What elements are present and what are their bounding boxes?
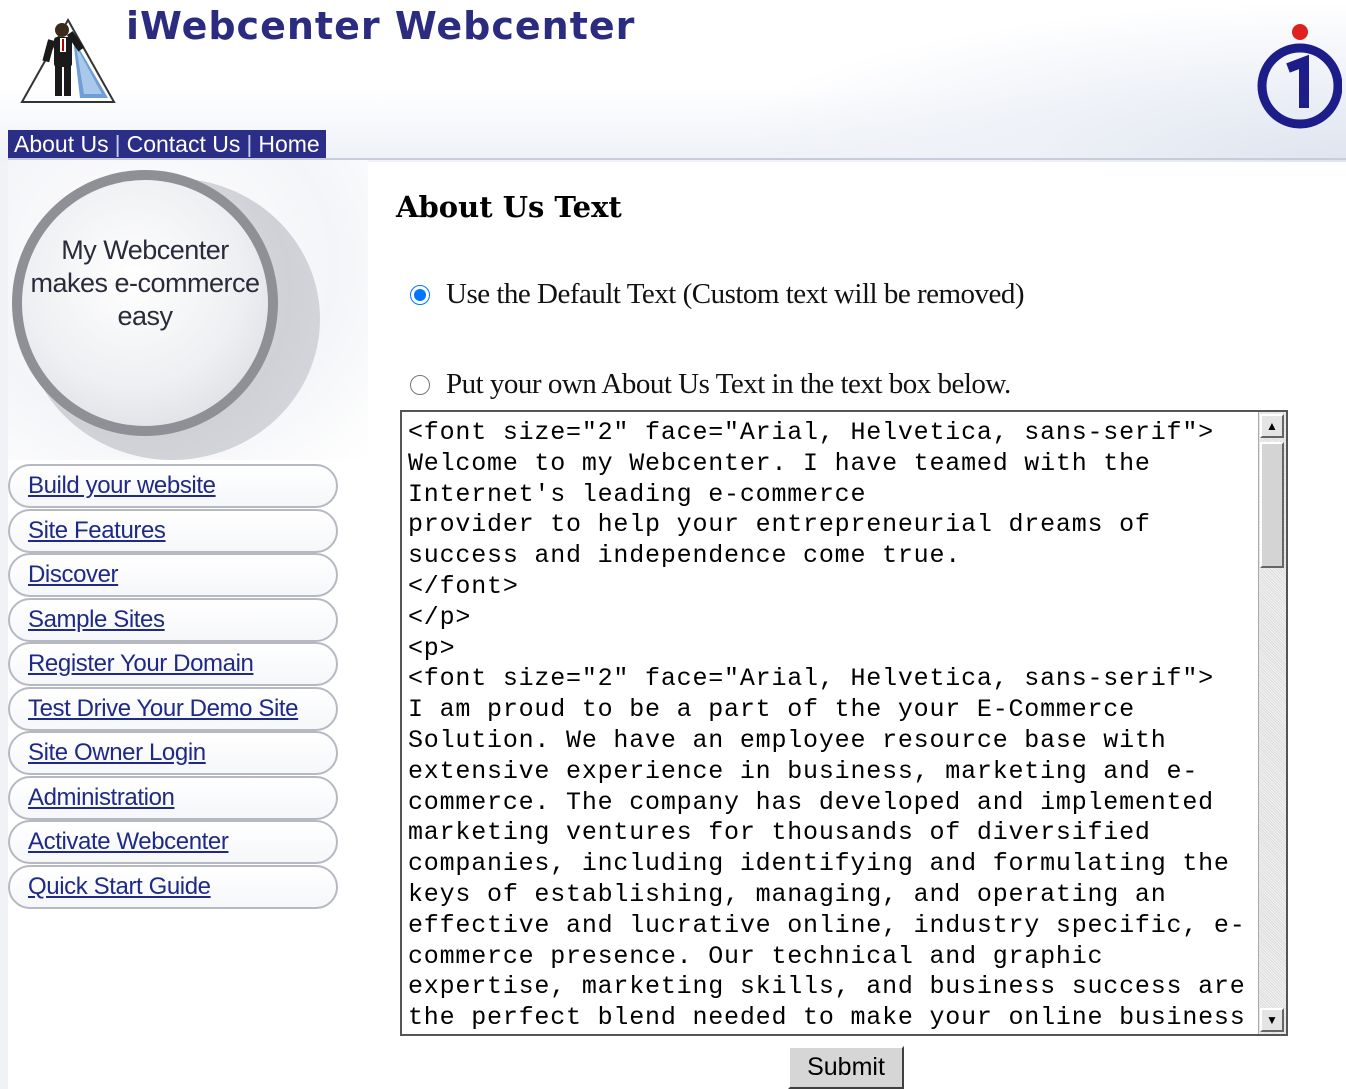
radio-default-text[interactable] (410, 284, 430, 305)
option-custom-text: Put your own About Us Text in the text b… (410, 368, 1011, 401)
webcenter-badge: My Webcenter makes e-commerce easy (22, 180, 268, 426)
menu-item-quick-start-guide[interactable]: Quick Start Guide (8, 864, 338, 909)
menu-item-discover[interactable]: Discover (8, 553, 338, 597)
option-default-text: Use the Default Text (Custom text will b… (410, 278, 1025, 311)
option-default-label: Use the Default Text (Custom text will b… (446, 278, 1025, 310)
info-i-circle-icon (1257, 24, 1342, 129)
nav-separator: | (246, 130, 253, 157)
businessman-triangle-logo-icon (20, 17, 116, 103)
submit-button[interactable]: Submit (788, 1046, 904, 1089)
about-us-textarea[interactable] (406, 416, 1258, 1030)
menu-item-sample-sites[interactable]: Sample Sites (8, 597, 338, 642)
menu-item-register-your-domain[interactable]: Register Your Domain (8, 642, 338, 686)
option-custom-label: Put your own About Us Text in the text b… (446, 368, 1011, 400)
menu-item-test-drive-demo-site[interactable]: Test Drive Your Demo Site (8, 686, 338, 731)
scroll-down-arrow-icon[interactable]: ▼ (1260, 1008, 1284, 1032)
section-title: About Us Text (396, 190, 622, 224)
badge-text: My Webcenter makes e-commerce easy (30, 234, 260, 333)
about-text-box: ▲ ▼ (400, 410, 1288, 1036)
radio-custom-text[interactable] (410, 374, 430, 395)
top-navigation: About Us | Contact Us | Home (8, 130, 326, 158)
nav-home-link[interactable]: Home (258, 131, 319, 158)
nav-about-us-link[interactable]: About Us (14, 131, 109, 158)
header: iWebcenter Webcenter About Us | Contact … (0, 0, 1346, 162)
badge-line-1: My Webcenter (61, 234, 229, 265)
left-edge-strip (0, 0, 8, 1089)
badge-line-3: easy (117, 300, 173, 331)
badge-line-2: makes e-commerce (30, 267, 260, 298)
menu-item-site-owner-login[interactable]: Site Owner Login (8, 731, 338, 775)
nav-separator: | (114, 130, 121, 157)
nav-contact-us-link[interactable]: Contact Us (127, 131, 241, 158)
header-swoosh (700, 0, 1346, 162)
menu-item-activate-webcenter[interactable]: Activate Webcenter (8, 820, 338, 864)
sidebar-menu: Build your website Site Features Discove… (8, 464, 338, 909)
textarea-scrollbar[interactable]: ▲ ▼ (1258, 412, 1286, 1034)
scroll-up-arrow-icon[interactable]: ▲ (1260, 414, 1284, 438)
menu-item-site-features[interactable]: Site Features (8, 508, 338, 553)
menu-item-build-your-website[interactable]: Build your website (8, 464, 338, 508)
menu-item-administration[interactable]: Administration (8, 775, 338, 820)
site-title: iWebcenter Webcenter (126, 4, 636, 48)
scroll-thumb[interactable] (1260, 442, 1284, 568)
